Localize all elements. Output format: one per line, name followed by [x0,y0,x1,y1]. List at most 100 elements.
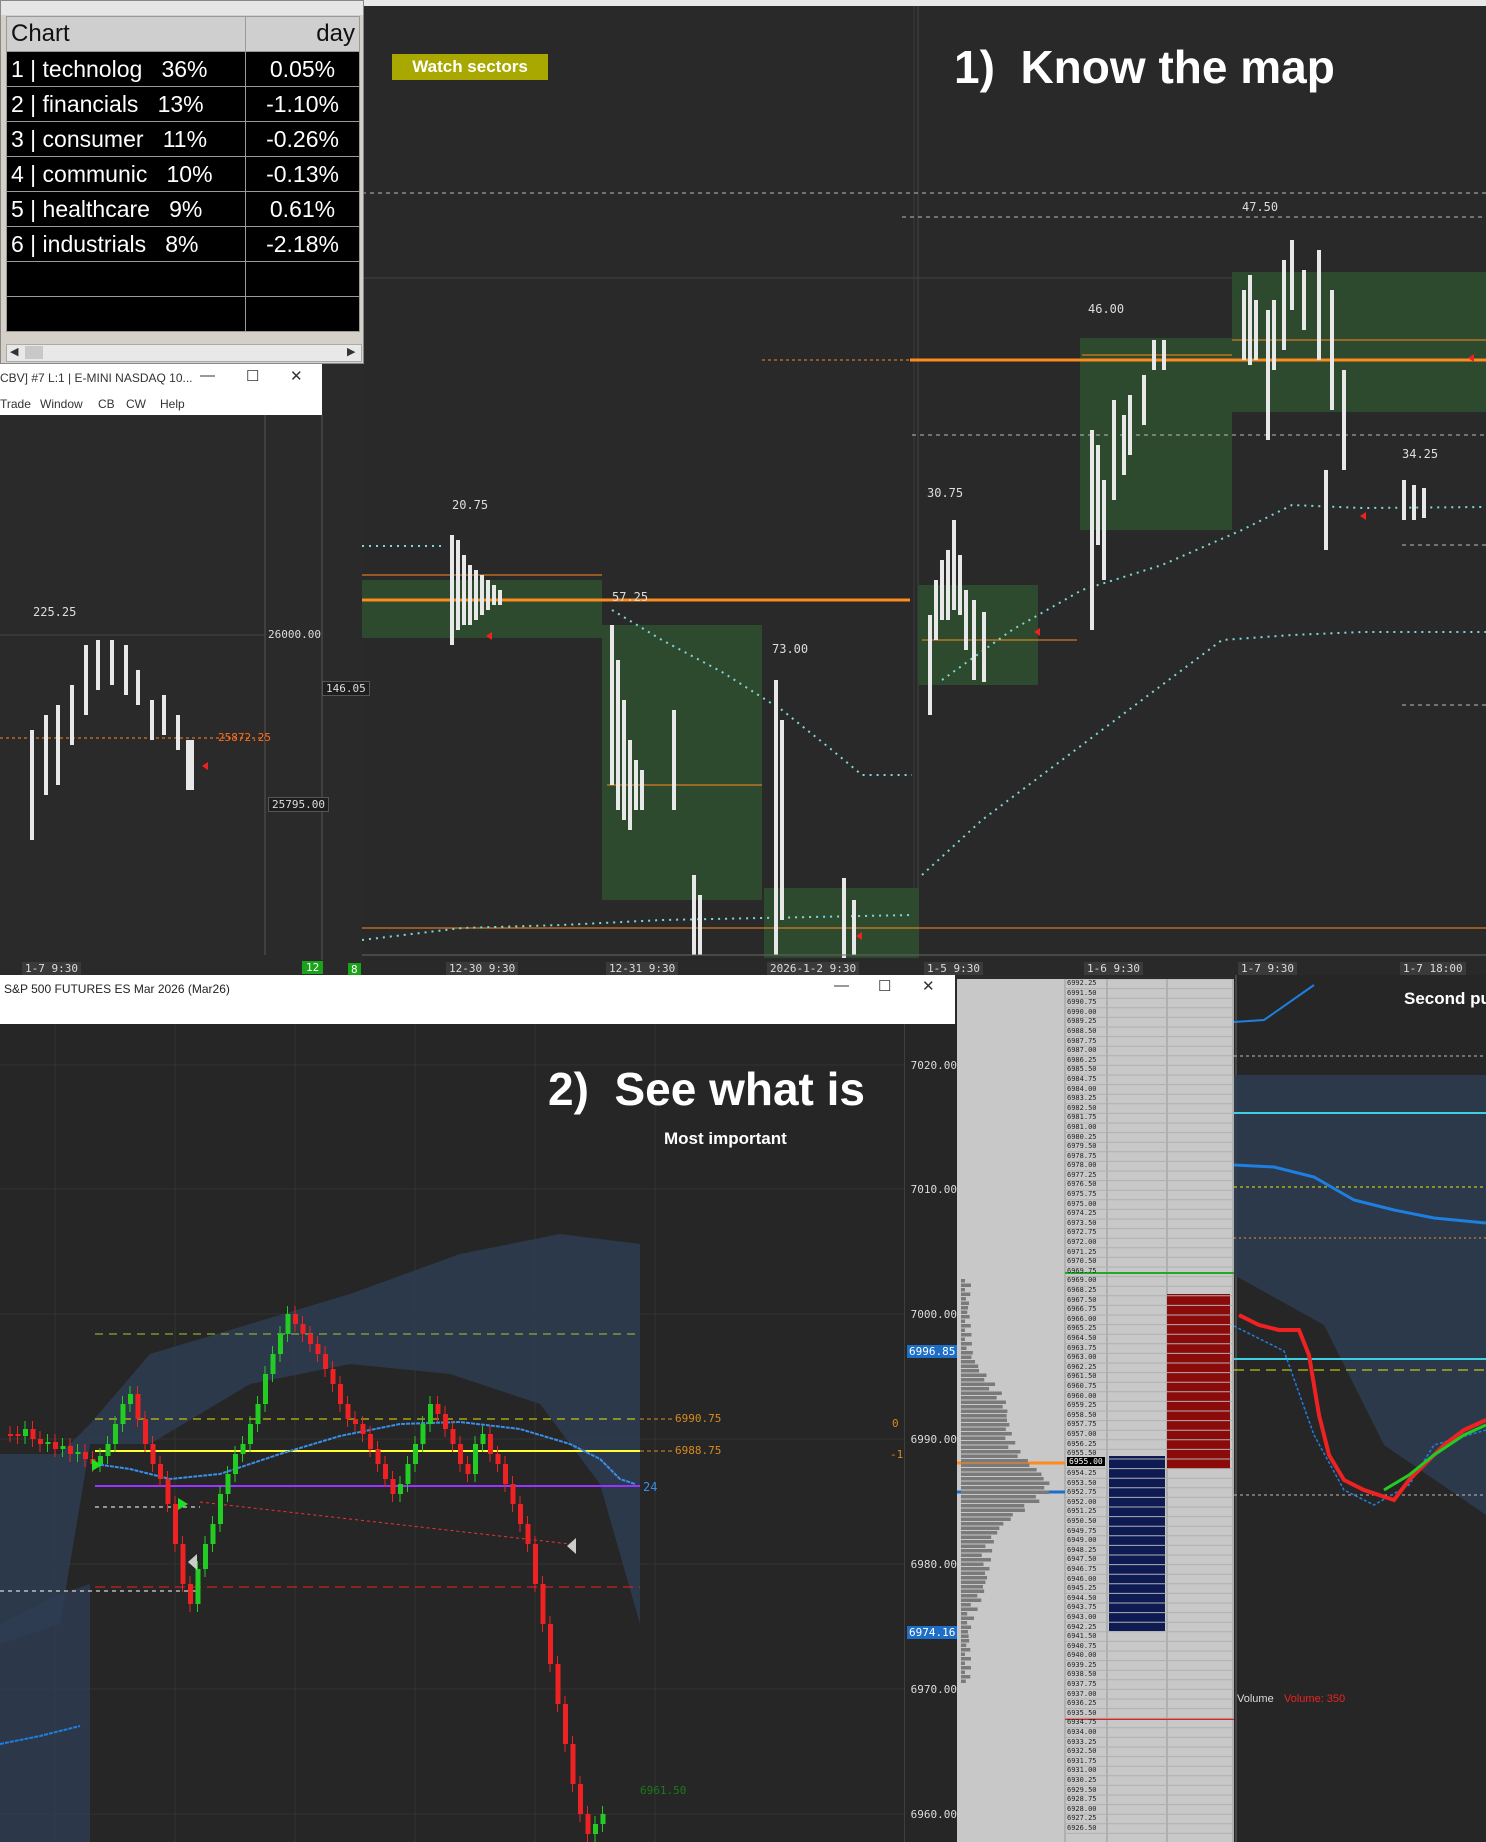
dom-price-cell[interactable]: 6965.25 [1067,1324,1107,1334]
minimize-button[interactable]: — [200,367,215,384]
dom-price-cell[interactable]: 6984.75 [1067,1075,1107,1085]
dom-current-price[interactable]: 6955.00 [1067,1457,1105,1466]
table-row[interactable]: 2 | financials 13% -1.10% [6,86,360,122]
table-row[interactable]: 5 | healthcare 9% 0.61% [6,191,360,227]
scroll-thumb[interactable] [25,346,43,359]
dom-price-cell[interactable]: 6953.50 [1067,1479,1107,1489]
dom-price-cell[interactable]: 6951.25 [1067,1507,1107,1517]
table-row[interactable]: 1 | technolog 36% 0.05% [6,51,360,87]
dom-price-cell[interactable]: 6979.50 [1067,1142,1107,1152]
maximize-button[interactable]: ☐ [246,367,259,385]
menu-item-cw[interactable]: CW [126,397,146,411]
dom-price-cell[interactable]: 6970.50 [1067,1257,1107,1267]
menu-item-cb[interactable]: CB [98,397,115,411]
dom-price-cell[interactable]: 6927.25 [1067,1814,1107,1824]
dom-price-cell[interactable]: 6963.75 [1067,1344,1107,1354]
dom-price-cell[interactable]: 6966.00 [1067,1315,1107,1325]
dom-price-cell[interactable]: 6974.25 [1067,1209,1107,1219]
dom-price-cell[interactable]: 6926.50 [1067,1824,1107,1834]
dom-price-cell[interactable]: 6945.25 [1067,1584,1107,1594]
dom-price-cell[interactable]: 6978.75 [1067,1152,1107,1162]
dom-price-cell[interactable]: 6946.75 [1067,1565,1107,1575]
dom-price-cell[interactable]: 6963.00 [1067,1353,1107,1363]
horizontal-scrollbar[interactable]: ◀ ▶ [6,344,362,362]
dom-price-cell[interactable]: 6928.75 [1067,1795,1107,1805]
menu-item-help[interactable]: Help [160,397,185,411]
dom-price-cell[interactable]: 6985.50 [1067,1065,1107,1075]
dom-price-cell[interactable]: 6928.00 [1067,1805,1107,1815]
maximize-button[interactable]: ☐ [878,977,891,995]
right-chart-panel[interactable]: Second pu Volume Volume: 350 [1234,975,1486,1842]
dom-price-cell[interactable]: 6988.50 [1067,1027,1107,1037]
dom-price-cell[interactable]: 6969.75 [1067,1267,1107,1277]
dom-price-cell[interactable]: 6973.50 [1067,1219,1107,1229]
dom-price-cell[interactable]: 6930.25 [1067,1776,1107,1786]
sector-window-titlebar[interactable] [1,1,363,15]
dom-price-cell[interactable]: 6949.00 [1067,1536,1107,1546]
dom-price-cell[interactable]: 6978.00 [1067,1161,1107,1171]
dom-price-cell[interactable]: 6958.50 [1067,1411,1107,1421]
dom-price-cell[interactable]: 6962.25 [1067,1363,1107,1373]
dom-price-cell[interactable]: 6938.50 [1067,1670,1107,1680]
dom-price-cell[interactable]: 6992.25 [1067,979,1107,989]
dom-ladder[interactable]: 6992.25 6991.50 6990.75 6990.00 6989.25 6988.… [957,979,1234,1842]
dom-price-cell[interactable]: 6949.75 [1067,1527,1107,1537]
menu-item-trade[interactable]: Trade [0,397,31,411]
dom-price-cell[interactable]: 6952.75 [1067,1488,1107,1498]
dom-price-cell[interactable]: 6954.25 [1067,1469,1107,1479]
table-row[interactable]: 3 | consumer 11% -0.26% [6,121,360,157]
scroll-right-icon[interactable]: ▶ [347,345,355,358]
dom-price-cell[interactable]: 6931.75 [1067,1757,1107,1767]
dom-price-cell[interactable]: 6983.25 [1067,1094,1107,1104]
menu-item-window[interactable]: Window [40,397,83,411]
dom-price-cell[interactable]: 6966.75 [1067,1305,1107,1315]
dom-price-cell[interactable]: 6971.25 [1067,1248,1107,1258]
dom-price-cell[interactable]: 6960.75 [1067,1382,1107,1392]
dom-price-cell[interactable]: 6960.00 [1067,1392,1107,1402]
dom-price-cell[interactable]: 6987.00 [1067,1046,1107,1056]
dom-price-cell[interactable]: 6935.50 [1067,1709,1107,1719]
dom-price-cell[interactable]: 6990.00 [1067,1008,1107,1018]
dom-price-cell[interactable]: 6969.00 [1067,1276,1107,1286]
dom-price-cell[interactable]: 6934.00 [1067,1728,1107,1738]
dom-price-cell[interactable]: 6975.75 [1067,1190,1107,1200]
dom-price-cell[interactable]: 6989.25 [1067,1017,1107,1027]
dom-price-cell[interactable]: 6942.25 [1067,1623,1107,1633]
table-row[interactable]: 4 | communic 10% -0.13% [6,156,360,192]
sector-window[interactable]: Chart day 1 | technolog 36% 0.05% 2 | fi… [0,0,364,364]
tpo-chart-panel[interactable]: Watch sectors 1) Know the map 20.75 57.2… [362,0,1486,975]
nq-window-titlebar[interactable]: CBV] #7 L:1 | E-MINI NASDAQ 10... — ☐ ✕ [0,363,322,394]
dom-price-cell[interactable]: 6937.00 [1067,1690,1107,1700]
dom-price-cell[interactable]: 6948.25 [1067,1546,1107,1556]
scroll-left-icon[interactable]: ◀ [10,345,18,358]
dom-price-cell[interactable]: 6984.00 [1067,1085,1107,1095]
dom-price-cell[interactable]: 6947.50 [1067,1555,1107,1565]
dom-price-cell[interactable]: 6957.00 [1067,1430,1107,1440]
dom-price-cell[interactable]: 6952.00 [1067,1498,1107,1508]
dom-price-cell[interactable]: 6941.50 [1067,1632,1107,1642]
dom-price-cell[interactable]: 6946.00 [1067,1575,1107,1585]
es-chart-panel[interactable]: 2) See what is Most important 6990.75 69… [0,1024,905,1842]
dom-price-cell[interactable]: 6929.50 [1067,1786,1107,1796]
dom-price-cell[interactable]: 6961.50 [1067,1372,1107,1382]
dom-price-cell[interactable]: 6934.75 [1067,1718,1107,1728]
minimize-button[interactable]: — [834,977,849,994]
dom-price-cell[interactable]: 6976.50 [1067,1180,1107,1190]
dom-price-cell[interactable]: 6944.50 [1067,1594,1107,1604]
dom-price-cell[interactable]: 6987.75 [1067,1037,1107,1047]
dom-price-cell[interactable]: 6959.25 [1067,1401,1107,1411]
dom-price-cell[interactable]: 6968.25 [1067,1286,1107,1296]
column-header-day[interactable]: day [245,16,360,52]
dom-price-cell[interactable]: 6931.00 [1067,1766,1107,1776]
dom-price-cell[interactable]: 6982.50 [1067,1104,1107,1114]
dom-price-cell[interactable]: 6975.00 [1067,1200,1107,1210]
column-header-chart[interactable]: Chart [6,16,246,52]
dom-price-cell[interactable]: 6933.25 [1067,1738,1107,1748]
dom-price-cell[interactable]: 6964.50 [1067,1334,1107,1344]
dom-price-cell[interactable]: 6980.25 [1067,1133,1107,1143]
dom-price-cell[interactable]: 6940.75 [1067,1642,1107,1652]
es-window-titlebar[interactable]: S&P 500 FUTURES ES Mar 2026 (Mar26) — ☐ … [0,975,955,1024]
dom-price-cell[interactable]: 6937.75 [1067,1680,1107,1690]
dom-price-cell[interactable]: 6940.00 [1067,1651,1107,1661]
dom-price-cell[interactable]: 6990.75 [1067,998,1107,1008]
